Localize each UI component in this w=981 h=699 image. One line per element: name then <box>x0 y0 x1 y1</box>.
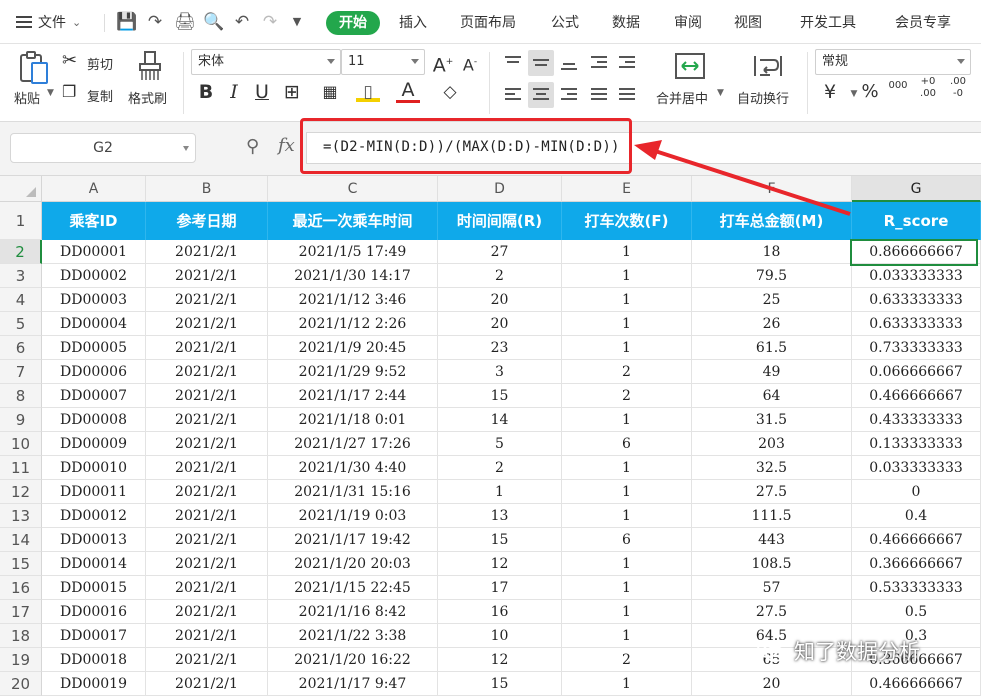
watermark-text: 知了数据分析 <box>794 640 920 664</box>
wechat-logo-icon <box>757 640 785 662</box>
spreadsheet-app: { "menu": { "file_label": "文件", "tabs": … <box>0 0 981 699</box>
watermark: 知了数据分析 <box>756 636 920 666</box>
annotation-arrow <box>634 140 851 216</box>
